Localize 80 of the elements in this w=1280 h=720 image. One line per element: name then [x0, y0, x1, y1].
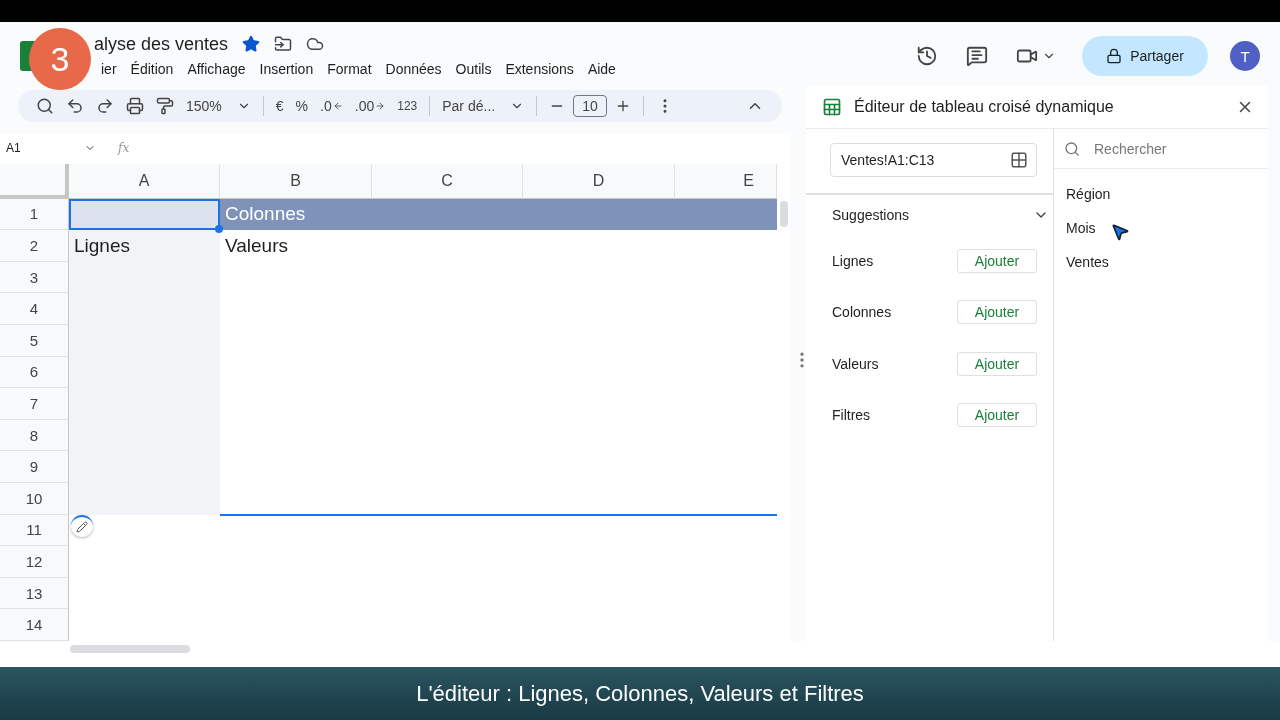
cloud-icon[interactable]	[306, 35, 325, 53]
share-button[interactable]: Partager	[1082, 36, 1208, 76]
cell-reference[interactable]: A1	[6, 141, 84, 156]
decrease-decimal-button[interactable]: .0	[316, 97, 347, 114]
add-button[interactable]: Ajouter	[957, 403, 1037, 428]
section-label: Valeurs	[832, 355, 879, 372]
row-header[interactable]: 13	[0, 577, 69, 610]
menu-item[interactable]: Aide	[580, 58, 623, 79]
row-header[interactable]: 9	[0, 451, 69, 484]
row-header[interactable]: 5	[0, 325, 69, 357]
percent-button[interactable]: %	[291, 97, 313, 114]
row-header[interactable]: 1	[0, 198, 69, 231]
redo-icon[interactable]	[96, 96, 114, 115]
history-icon[interactable]	[916, 45, 938, 67]
row-header[interactable]: 7	[0, 388, 69, 420]
table-cell: Colonnes	[220, 198, 777, 231]
add-button[interactable]: Ajouter	[957, 351, 1037, 376]
section-label: Suggestions	[832, 207, 910, 223]
menu-item[interactable]: Extensions	[498, 58, 581, 79]
field-item[interactable]: Région	[1054, 177, 1268, 211]
increase-decimal-button[interactable]: .00	[350, 97, 390, 114]
selected-cell[interactable]	[69, 198, 220, 231]
column-header[interactable]: A	[69, 163, 220, 199]
font-select[interactable]: Par dé...	[438, 97, 529, 114]
column-header[interactable]: B	[220, 163, 372, 199]
menu-item[interactable]: Format	[320, 58, 379, 79]
row-header[interactable]: 2	[0, 230, 69, 262]
star-icon[interactable]	[242, 35, 261, 53]
row-header[interactable]: 8	[0, 419, 69, 452]
search-icon[interactable]	[36, 96, 54, 115]
menu-item[interactable]: ier	[94, 58, 124, 79]
row-header[interactable]: 3	[0, 261, 69, 294]
menu-item[interactable]: Outils	[448, 58, 499, 79]
menu-item[interactable]: Affichage	[180, 58, 253, 79]
range-field[interactable]: Ventes!A1:C13	[830, 143, 1037, 177]
currency-button[interactable]: €	[271, 97, 288, 114]
menu-item[interactable]: Édition	[123, 58, 181, 79]
sheet-icon	[822, 96, 842, 117]
caption: L'éditeur : Lignes, Colonnes, Valeurs et Filtres	[416, 680, 864, 707]
panel-title: Éditeur de tableau croisé dynamique	[854, 97, 1115, 116]
search-icon	[1064, 140, 1080, 157]
add-button[interactable]: Ajouter	[957, 248, 1037, 273]
table-cell: Lignes	[69, 230, 220, 262]
section-label: Colonnes	[832, 304, 892, 321]
avatar[interactable]: T	[1230, 41, 1260, 71]
folder-icon[interactable]	[274, 35, 293, 53]
grid-icon[interactable]	[1010, 151, 1028, 169]
field-item[interactable]: Ventes	[1054, 245, 1268, 279]
zoom-select[interactable]: 150%	[182, 97, 255, 114]
arrow-left-icon	[332, 100, 343, 111]
pencil-icon[interactable]	[71, 514, 93, 537]
search-field[interactable]: Rechercher	[1092, 139, 1242, 158]
menu-item[interactable]: Données	[378, 58, 449, 79]
row-header[interactable]: 12	[0, 546, 69, 578]
add-button[interactable]: Ajouter	[957, 300, 1037, 325]
menu-item[interactable]: Insertion	[252, 58, 321, 79]
scrollbar[interactable]	[70, 645, 190, 653]
comment-icon[interactable]	[966, 45, 988, 67]
font-size-field[interactable]: 10	[573, 94, 607, 117]
number-format-button[interactable]: 123	[393, 98, 422, 113]
lock-icon	[1106, 48, 1123, 64]
undo-icon[interactable]	[66, 96, 84, 115]
print-icon[interactable]	[126, 96, 144, 115]
row-header[interactable]: 4	[0, 293, 69, 326]
section-label: Lignes	[832, 252, 874, 269]
column-header[interactable]: C	[372, 163, 523, 199]
row-header[interactable]: 14	[0, 609, 69, 641]
arrow-right-icon	[375, 100, 386, 111]
document-title[interactable]: alyse des ventes	[94, 33, 229, 55]
column-header[interactable]: D	[523, 163, 675, 199]
step-badge: 3	[29, 28, 91, 90]
section-label: Filtres	[832, 407, 871, 424]
pointer-icon	[1110, 222, 1130, 242]
row-header[interactable]: 11	[0, 514, 69, 547]
fx-label: fx	[118, 141, 130, 156]
paint-format-icon[interactable]	[156, 96, 174, 115]
column-header[interactable]: E	[675, 163, 777, 199]
field-item[interactable]: Mois	[1054, 211, 1268, 245]
row-header[interactable]: 10	[0, 483, 69, 515]
row-header[interactable]: 6	[0, 356, 69, 389]
